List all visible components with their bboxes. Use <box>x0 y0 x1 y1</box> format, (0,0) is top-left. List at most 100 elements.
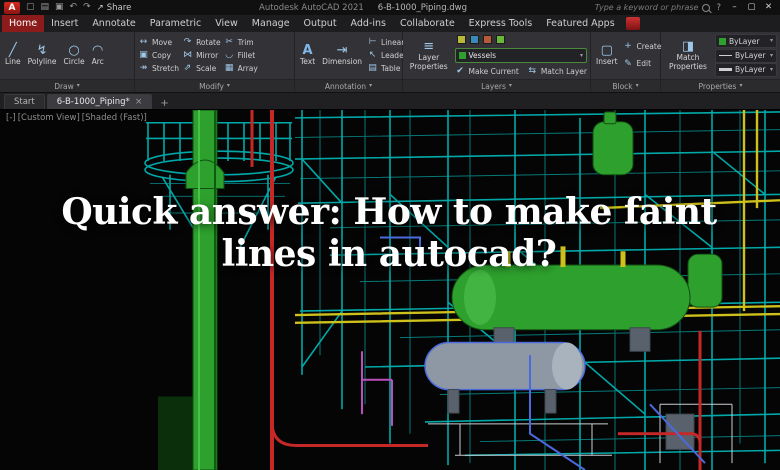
tab-collaborate[interactable]: Collaborate <box>393 15 462 32</box>
layer-off-icon[interactable] <box>456 35 466 44</box>
open-file-icon[interactable]: ▤ <box>41 3 50 12</box>
arc-button[interactable]: ◠ Arc <box>90 34 106 77</box>
maximize-button[interactable]: ▢ <box>744 2 759 14</box>
share-label: Share <box>106 2 132 13</box>
minimize-button[interactable]: – <box>727 2 742 14</box>
viewport-controls: [-] [Custom View] [Shaded (Fast)] <box>6 113 147 123</box>
move-button[interactable]: ↔ Move <box>138 38 179 47</box>
scale-button[interactable]: ⇗ Scale <box>182 64 221 73</box>
panel-annotation-footer[interactable]: Annotation ▾ <box>295 79 402 92</box>
layer-buttons: ✔ Make Current ⇆ Match Layer <box>455 67 587 76</box>
tab-annotate[interactable]: Annotate <box>85 15 142 32</box>
modify-col-1: ↔ Move ▣ Copy ↠ Stretch <box>138 34 179 77</box>
panel-draw-footer[interactable]: Draw ▾ <box>0 79 134 92</box>
polyline-icon: ↯ <box>36 43 48 59</box>
tab-express-tools[interactable]: Express Tools <box>462 15 540 32</box>
panel-properties-footer[interactable]: Properties ▾ <box>661 79 780 92</box>
lineweight-dropdown[interactable]: ByLayer ▾ <box>715 62 777 77</box>
circle-button[interactable]: ○ Circle <box>62 34 87 77</box>
viewport-visual-style-control[interactable]: [Shaded (Fast)] <box>82 113 147 123</box>
make-current-label: Make Current <box>468 66 519 76</box>
document-title: 6-B-1000_Piping.dwg <box>377 2 468 13</box>
steel-equipment <box>424 327 695 450</box>
magenta-pipes <box>361 351 393 426</box>
trim-button[interactable]: ✂ Trim <box>224 38 258 47</box>
tab-insert[interactable]: Insert <box>44 15 85 32</box>
panel-annotation-body: A Text ⇥ Dimension ⊢ Linear ↖ Leader ▤ Tabl… <box>295 32 407 79</box>
trim-icon: ✂ <box>225 37 233 47</box>
rotate-button[interactable]: ↷ Rotate <box>182 38 221 47</box>
panel-layers-footer[interactable]: Layers ▾ <box>403 79 590 92</box>
table-button[interactable]: ▤ Table <box>367 64 407 73</box>
tab-home[interactable]: Home <box>2 15 45 32</box>
autocad-logo[interactable]: A <box>4 1 20 14</box>
tab-addins[interactable]: Add-ins <box>344 15 393 32</box>
ribbon-tab-bar: Home Insert Annotate Parametric View Man… <box>0 15 780 32</box>
start-tab[interactable]: Start <box>4 94 45 109</box>
match-layer-button[interactable]: ⇆ Match Layer <box>527 67 587 76</box>
drawing-viewport[interactable]: [-] [Custom View] [Shaded (Fast)] Quick … <box>0 110 780 470</box>
match-properties-button[interactable]: ◨ Match Properties <box>664 34 712 77</box>
save-icon[interactable]: ▣ <box>55 3 64 12</box>
annotation-col: ⊢ Linear ↖ Leader ▤ Table <box>367 34 407 77</box>
drawing-tab[interactable]: 6-B-1000_Piping* × <box>46 94 153 109</box>
tab-output[interactable]: Output <box>297 15 344 32</box>
layer-properties-icon: ≡ <box>423 39 435 55</box>
mirror-button[interactable]: ⋈ Mirror <box>182 51 221 60</box>
ribbon-app-badge-icon[interactable] <box>625 17 640 30</box>
copy-button[interactable]: ▣ Copy <box>138 51 179 60</box>
array-icon: ▦ <box>224 63 234 73</box>
panel-block-title: Block <box>612 81 633 91</box>
viewport-menu-control[interactable]: [-] <box>6 113 16 123</box>
fillet-icon: ◡ <box>225 50 234 60</box>
new-tab-icon[interactable]: + <box>154 98 174 109</box>
dimension-button[interactable]: ⇥ Dimension <box>320 34 364 77</box>
autocad-window: A ▢ ▤ ▣ ↶ ↷ ↗ Share Autodesk AutoCAD 202… <box>0 0 780 470</box>
create-block-button[interactable]: + Create <box>623 42 661 51</box>
layer-freeze-icon[interactable] <box>469 35 479 44</box>
arc-label: Arc <box>91 57 104 67</box>
current-layer-dropdown[interactable]: Vessels ▾ <box>454 48 587 63</box>
close-button[interactable]: ✕ <box>761 2 776 14</box>
line-button[interactable]: ╱ Line <box>3 34 23 77</box>
layer-isolate-icon[interactable] <box>495 35 505 44</box>
stretch-button[interactable]: ↠ Stretch <box>138 64 179 73</box>
linear-button[interactable]: ⊢ Linear <box>367 38 407 47</box>
help-icon[interactable]: ? <box>716 3 721 13</box>
text-button[interactable]: A Text <box>298 34 317 77</box>
undo-icon[interactable]: ↶ <box>70 3 78 12</box>
new-file-icon[interactable]: ▢ <box>26 3 35 12</box>
table-icon: ▤ <box>368 63 377 73</box>
leader-button[interactable]: ↖ Leader <box>367 51 407 60</box>
array-button[interactable]: ▦ Array <box>224 64 258 73</box>
close-tab-icon[interactable]: × <box>135 97 143 107</box>
linetype-dropdown[interactable]: ByLayer ▾ <box>715 48 777 63</box>
panel-modify-footer[interactable]: Modify ▾ <box>135 79 294 92</box>
layer-lock-icon[interactable] <box>482 35 492 44</box>
make-current-button[interactable]: ✔ Make Current <box>455 67 519 76</box>
tab-parametric[interactable]: Parametric <box>143 15 208 32</box>
dimension-label: Dimension <box>322 57 363 67</box>
edit-block-button[interactable]: ✎ Edit <box>623 59 662 69</box>
tab-view[interactable]: View <box>208 15 245 32</box>
leader-icon: ↖ <box>368 50 377 60</box>
object-color-dropdown[interactable]: ByLayer ▾ <box>715 34 777 49</box>
text-label: Text <box>300 57 316 67</box>
polyline-button[interactable]: ↯ Polyline <box>26 34 59 77</box>
tab-manage[interactable]: Manage <box>245 15 297 32</box>
move-icon: ↔ <box>139 37 148 47</box>
panel-draw: ╱ Line ↯ Polyline ○ Circle ◠ Arc Draw ▾ <box>0 32 135 92</box>
layer-properties-button[interactable]: ≡ Layer Properties <box>406 34 452 77</box>
titlebar-right: Type a keyword or phrase ? – ▢ ✕ <box>595 2 776 14</box>
share-button[interactable]: ↗ Share <box>97 3 132 13</box>
fillet-button[interactable]: ◡ Fillet <box>224 51 258 60</box>
tab-featured-apps[interactable]: Featured Apps <box>539 15 621 32</box>
panel-draw-body: ╱ Line ↯ Polyline ○ Circle ◠ Arc <box>0 32 134 79</box>
panel-block-footer[interactable]: Block ▾ <box>591 79 660 92</box>
search-input[interactable]: Type a keyword or phrase <box>595 3 711 12</box>
viewport-view-control[interactable]: [Custom View] <box>18 113 80 123</box>
panel-properties-title: Properties <box>698 81 737 91</box>
insert-block-button[interactable]: ▢ Insert <box>594 34 620 77</box>
redo-icon[interactable]: ↷ <box>83 3 91 12</box>
match-layer-label: Match Layer <box>540 66 587 76</box>
